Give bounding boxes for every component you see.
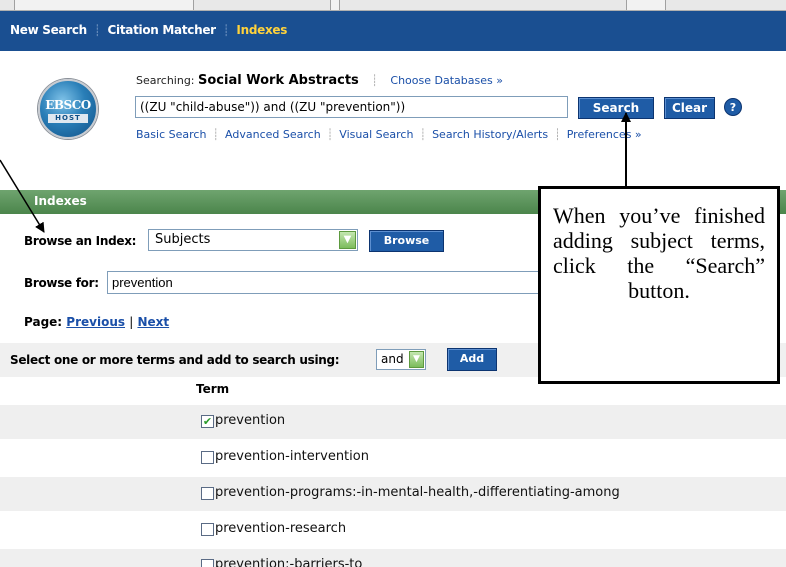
previous-link[interactable]: Previous	[66, 315, 125, 329]
term-checkbox[interactable]	[201, 451, 214, 464]
dropdown-arrow-icon[interactable]: ▼	[339, 231, 356, 249]
operator-select-value: and	[381, 352, 404, 366]
browser-tab-edge	[330, 0, 340, 10]
search-mode-links: Basic Search ┊ Advanced Search ┊ Visual Sear…	[136, 128, 642, 141]
term-checkbox[interactable]	[201, 559, 214, 567]
choose-databases-link[interactable]: Choose Databases »	[390, 74, 503, 87]
term-label[interactable]: prevention-research	[215, 521, 346, 536]
top-navigation: New Search ┊ Citation Matcher ┊ Indexes	[0, 11, 786, 51]
browse-for-input[interactable]	[107, 271, 547, 294]
browse-button[interactable]: Browse	[369, 230, 444, 252]
browse-for-label: Browse for:	[24, 276, 99, 290]
term-label[interactable]: prevention-intervention	[215, 449, 369, 464]
nav-citation-matcher[interactable]: Citation Matcher	[108, 23, 217, 37]
page-label: Page:	[24, 315, 63, 329]
pagination: Page: Previous | Next	[24, 315, 169, 329]
search-query-input[interactable]	[135, 96, 568, 118]
database-name: Social Work Abstracts	[198, 73, 359, 88]
instruction-callout: When you’ve finished adding subject term…	[538, 186, 780, 384]
advanced-search-link[interactable]: Advanced Search	[225, 128, 321, 141]
add-button[interactable]: Add	[447, 348, 497, 371]
divider: ┊	[371, 74, 378, 87]
search-button[interactable]: Search	[578, 97, 654, 119]
next-link[interactable]: Next	[137, 315, 169, 329]
term-column-header: Term	[196, 382, 230, 396]
ebsco-host-logo[interactable]: EBSCO HOST	[38, 79, 98, 139]
pagination-divider: |	[129, 315, 134, 329]
callout-text-end: button.	[628, 278, 690, 303]
term-checkbox[interactable]	[201, 487, 214, 500]
searching-label: Searching:	[136, 74, 195, 87]
nav-new-search[interactable]: New Search	[10, 23, 87, 37]
term-checkbox[interactable]	[201, 523, 214, 536]
nav-separator: ┊	[93, 24, 101, 37]
browser-chrome-strip	[0, 0, 786, 11]
term-label[interactable]: prevention	[215, 413, 285, 428]
visual-search-link[interactable]: Visual Search	[339, 128, 413, 141]
nav-indexes[interactable]: Indexes	[236, 23, 287, 37]
clear-button[interactable]: Clear	[664, 97, 715, 119]
index-select[interactable]: Subjects ▼	[148, 229, 358, 251]
index-select-value: Subjects	[155, 232, 211, 247]
dropdown-arrow-icon[interactable]: ▼	[409, 351, 424, 368]
browser-tab-edge	[14, 0, 194, 10]
term-label[interactable]: prevention:-barriers-to	[215, 557, 362, 567]
search-history-link[interactable]: Search History/Alerts	[432, 128, 548, 141]
logo-subtext: HOST	[48, 114, 88, 123]
add-terms-instruction: Select one or more terms and add to sear…	[10, 353, 340, 367]
term-row: prevention-programs:-in-mental-health,-d…	[0, 477, 786, 511]
term-row: prevention:-barriers-to	[0, 549, 786, 567]
term-row: prevention-intervention	[0, 441, 786, 475]
term-label[interactable]: prevention-programs:-in-mental-health,-d…	[215, 485, 620, 500]
divider: ┊	[554, 128, 561, 141]
term-row: prevention-research	[0, 513, 786, 547]
term-checkbox[interactable]: ✔	[201, 415, 214, 428]
divider: ┊	[419, 128, 427, 141]
browser-tab-edge	[626, 0, 666, 10]
divider: ┊	[212, 128, 220, 141]
browse-index-label: Browse an Index:	[24, 234, 137, 248]
searching-line: Searching: Social Work Abstracts ┊ Choos…	[136, 73, 503, 88]
operator-select[interactable]: and ▼	[376, 349, 426, 370]
callout-text: When you’ve finished adding subject term…	[553, 203, 765, 278]
preferences-link[interactable]: Preferences »	[567, 128, 642, 141]
help-icon[interactable]: ?	[724, 98, 742, 116]
divider: ┊	[326, 128, 334, 141]
logo-text: EBSCO	[45, 98, 91, 112]
nav-separator: ┊	[222, 24, 230, 37]
term-row: ✔ prevention	[0, 405, 786, 439]
basic-search-link[interactable]: Basic Search	[136, 128, 206, 141]
